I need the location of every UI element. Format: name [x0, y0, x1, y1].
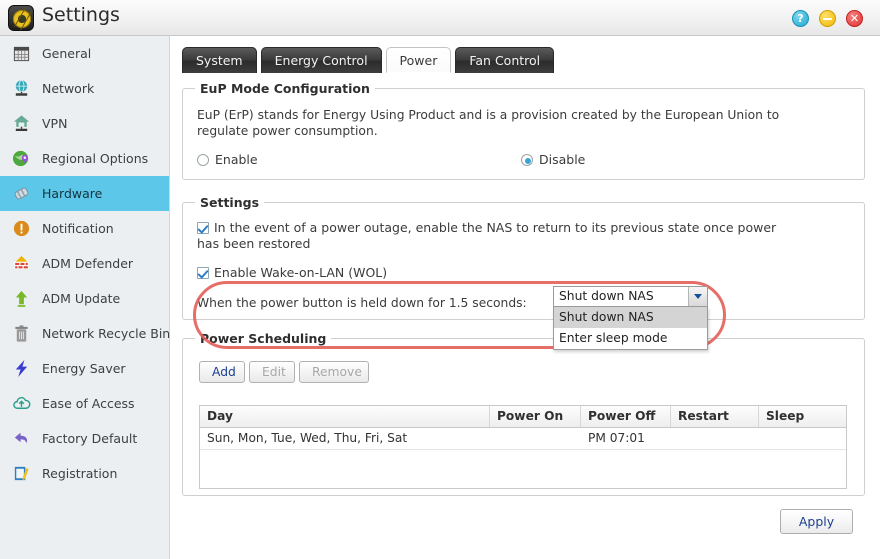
select-value: Shut down NAS	[559, 289, 654, 303]
help-button[interactable]: ?	[792, 10, 809, 27]
chevron-down-icon[interactable]	[688, 287, 707, 306]
wol-checkbox-row[interactable]: Enable Wake-on-LAN (WOL)	[197, 265, 387, 281]
eup-legend: EuP Mode Configuration	[195, 81, 375, 96]
sidebar-item-label: General	[42, 46, 92, 61]
column-header-power-off: Power Off	[581, 406, 671, 427]
column-header-day: Day	[200, 406, 490, 427]
power-button-label: When the power button is held down for 1…	[197, 296, 527, 310]
sidebar-item-vpn[interactable]: VPN	[0, 106, 169, 141]
sidebar-item-label: Network	[42, 81, 95, 96]
sidebar-item-notification[interactable]: Notification	[0, 211, 169, 246]
column-header-restart: Restart	[671, 406, 759, 427]
power-scheduling-group: Power Scheduling Add Edit Remove Day Pow…	[182, 331, 865, 496]
sidebar-item-label: Regional Options	[42, 151, 149, 166]
up-arrow-icon	[15, 290, 28, 307]
settings-group: Settings In the event of a power outage,…	[182, 195, 865, 320]
tab-energy-control[interactable]: Energy Control	[260, 47, 382, 73]
sidebar-item-general[interactable]: General	[0, 36, 169, 71]
window-titlebar: Settings ? ✕	[0, 0, 880, 36]
sidebar-item-label: Hardware	[42, 186, 103, 201]
eup-enable-radio-row[interactable]: Enable	[197, 152, 258, 167]
sidebar: General Network VPN Regional Options Har…	[0, 36, 170, 559]
tab-bar: System Energy Control Power Fan Control	[182, 47, 558, 73]
sidebar-item-hardware[interactable]: Hardware	[0, 176, 169, 211]
eup-disable-label: Disable	[539, 152, 586, 167]
select-option-shut-down-nas[interactable]: Shut down NAS	[554, 307, 707, 328]
sidebar-item-factory-default[interactable]: Factory Default	[0, 421, 169, 456]
schedule-table: Day Power On Power Off Restart Sleep Sun…	[199, 405, 847, 489]
cell-power-off: PM 07:01	[588, 431, 645, 445]
sidebar-item-label: VPN	[42, 116, 68, 131]
sidebar-item-adm-update[interactable]: ADM Update	[0, 281, 169, 316]
tab-system[interactable]: System	[182, 47, 257, 73]
eup-enable-radio[interactable]	[197, 154, 209, 166]
power-outage-checkbox-row[interactable]: In the event of a power outage, enable t…	[197, 220, 800, 252]
select-display[interactable]: Shut down NAS	[553, 286, 708, 307]
main-content: System Energy Control Power Fan Control …	[171, 36, 880, 559]
tab-power[interactable]: Power	[385, 47, 452, 73]
hardware-chip-icon	[14, 187, 29, 200]
settings-legend: Settings	[195, 195, 265, 210]
sidebar-item-regional-options[interactable]: Regional Options	[0, 141, 169, 176]
sidebar-item-label: ADM Update	[42, 291, 121, 306]
column-header-power-on: Power On	[490, 406, 581, 427]
remove-button: Remove	[299, 361, 369, 383]
minimize-button[interactable]	[819, 10, 836, 27]
cell-power-on	[490, 428, 581, 449]
clipboard-pencil-icon	[14, 466, 29, 481]
sidebar-item-label: Factory Default	[42, 431, 138, 446]
edit-button: Edit	[249, 361, 295, 383]
sidebar-item-ease-of-access[interactable]: Ease of Access	[0, 386, 169, 421]
eup-disable-radio[interactable]	[521, 154, 533, 166]
power-scheduling-legend: Power Scheduling	[195, 331, 332, 346]
cell-day: Sun, Mon, Tue, Wed, Thu, Fri, Sat	[207, 431, 408, 445]
window-title: Settings	[42, 4, 120, 26]
undo-arrow-icon	[14, 432, 28, 444]
lightning-bolt-icon	[15, 359, 28, 378]
select-option-enter-sleep-mode[interactable]: Enter sleep mode	[554, 328, 707, 349]
firewall-icon	[14, 255, 29, 270]
trash-icon	[15, 325, 28, 342]
power-outage-checkbox[interactable]	[197, 222, 209, 234]
settings-gear-icon	[8, 5, 34, 31]
house-network-icon	[13, 115, 30, 132]
minimize-glyph	[823, 18, 832, 20]
globe-network-icon	[15, 79, 28, 96]
close-button[interactable]: ✕	[846, 10, 863, 27]
sidebar-item-network[interactable]: Network	[0, 71, 169, 106]
eup-description: EuP (ErP) stands for Energy Using Produc…	[197, 108, 780, 138]
select-options-list[interactable]: Shut down NAS Enter sleep mode	[553, 307, 708, 350]
eup-enable-label: Enable	[215, 152, 258, 167]
power-outage-label: In the event of a power outage, enable t…	[197, 220, 777, 251]
eup-mode-configuration-group: EuP Mode Configuration EuP (ErP) stands …	[182, 81, 865, 180]
sidebar-item-adm-defender[interactable]: ADM Defender	[0, 246, 169, 281]
wol-label: Enable Wake-on-LAN (WOL)	[214, 265, 388, 280]
cell-sleep	[759, 428, 846, 449]
exclamation-circle-icon	[13, 220, 30, 237]
table-row[interactable]: Sun, Mon, Tue, Wed, Thu, Fri, Sat PM 07:…	[200, 428, 846, 450]
gear-glyph	[13, 10, 31, 28]
apply-button[interactable]: Apply	[780, 509, 853, 534]
calendar-icon	[13, 46, 30, 62]
globe-pin-icon	[12, 150, 29, 167]
sidebar-item-network-recycle-bin[interactable]: Network Recycle Bin	[0, 316, 171, 351]
sidebar-item-label: Ease of Access	[42, 396, 135, 411]
cell-restart	[671, 428, 759, 449]
sidebar-item-label: Registration	[42, 466, 118, 481]
sidebar-item-energy-saver[interactable]: Energy Saver	[0, 351, 169, 386]
column-header-sleep: Sleep	[766, 409, 805, 423]
wol-checkbox[interactable]	[197, 267, 209, 279]
sidebar-item-label: Network Recycle Bin	[42, 326, 171, 341]
sidebar-item-registration[interactable]: Registration	[0, 456, 169, 491]
tab-fan-control[interactable]: Fan Control	[455, 47, 555, 73]
sidebar-item-label: ADM Defender	[42, 256, 134, 271]
schedule-table-header: Day Power On Power Off Restart Sleep	[200, 406, 846, 428]
power-button-action-select[interactable]: Shut down NAS Shut down NAS Enter sleep …	[553, 286, 708, 350]
add-button[interactable]: Add	[199, 361, 245, 383]
cloud-upload-icon	[13, 396, 31, 409]
sidebar-item-label: Energy Saver	[42, 361, 126, 376]
sidebar-item-label: Notification	[42, 221, 114, 236]
eup-disable-radio-row[interactable]: Disable	[521, 152, 585, 167]
